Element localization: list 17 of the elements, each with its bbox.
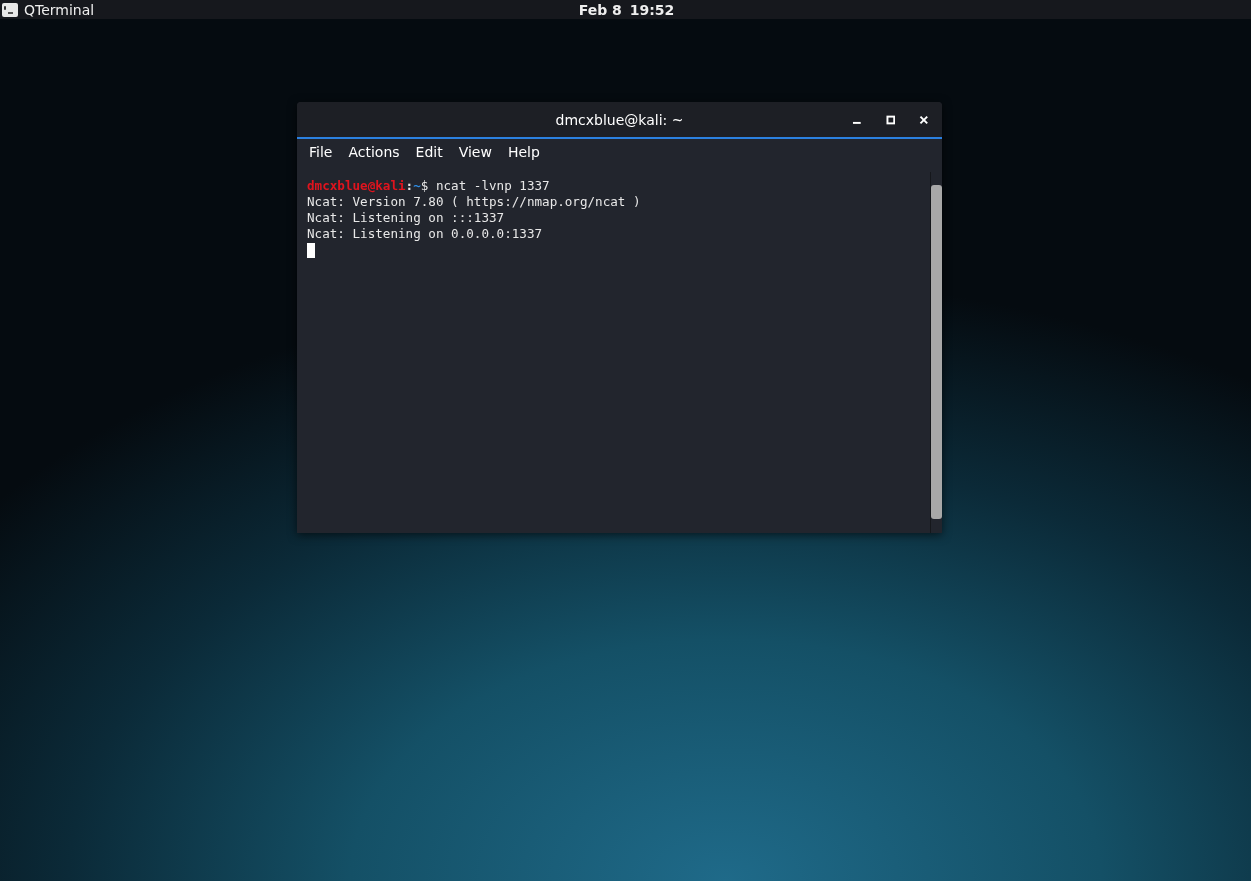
window-title: dmcxblue@kali: ~ — [554, 111, 685, 128]
close-icon[interactable] — [919, 114, 929, 125]
menu-item[interactable]: Help — [499, 144, 548, 160]
menu-item[interactable]: File — [301, 144, 341, 160]
menu-item[interactable]: Actions — [340, 144, 408, 160]
menu-item[interactable]: View — [450, 144, 500, 160]
app-name[interactable]: QTerminal — [24, 1, 95, 18]
terminal-app-icon[interactable] — [2, 2, 18, 17]
terminal-line: Ncat: Version 7.80 ( https://nmap.org/ncat ) — [307, 194, 641, 210]
maximize-icon[interactable] — [885, 114, 896, 125]
terminal-line: Ncat: Listening on 0.0.0.0:1337 — [307, 226, 543, 242]
terminal-line: Ncat: Listening on :::1337 — [307, 210, 505, 226]
terminal-output-area[interactable]: dmcxblue@kali:~$ ncat -lvnp 1337 Ncat: Version 7.80 ( https://nmap.org/ncat ) Ncat: Listening on :::1337 Ncat: Listening on 0.0.0.0:1337 — [297, 172, 930, 533]
clock[interactable]: Feb 8 19:52 — [578, 1, 675, 18]
scrollbar-thumb[interactable] — [931, 185, 942, 519]
menu-item[interactable]: Edit — [407, 144, 451, 160]
terminal-line: dmcxblue@kali:~$ ncat -lvnp 1337 — [307, 178, 550, 194]
